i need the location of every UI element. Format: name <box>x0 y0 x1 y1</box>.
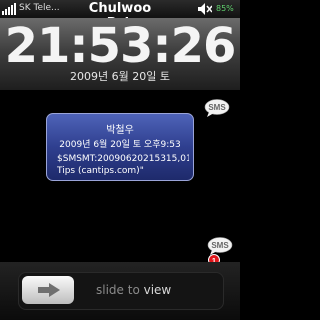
slide-label-action: view <box>143 283 172 297</box>
slide-to-view-label: slide to view <box>96 283 171 297</box>
message-datetime: 2009년 6월 20일 토 오후9:53 <box>59 140 181 150</box>
signal-bars-icon <box>2 3 16 15</box>
sms-notification-card[interactable]: 박철우 2009년 6월 20일 토 오후9:53 $SMSMT:2009062… <box>46 113 194 181</box>
message-body-line-1: $SMSMT:20090620215315,01... <box>57 154 189 164</box>
status-bar: SK Tele... Chulwoo Pak 85% <box>0 0 240 31</box>
slider-knob[interactable] <box>22 276 74 304</box>
message-body: $SMSMT:20090620215315,01... Tips (cantip… <box>57 153 189 177</box>
arrow-right-icon <box>38 283 60 297</box>
slide-label-prefix: slide to <box>96 283 144 297</box>
message-sender: 박철우 <box>106 125 134 136</box>
lock-time: 21:53:26 <box>4 18 237 74</box>
sms-bubble-icon: SMS <box>204 99 230 117</box>
lock-date: 2009년 6월 20일 토 <box>70 70 170 83</box>
sms-indicator-label: SMS <box>211 241 229 250</box>
sms-bubble-label: SMS <box>208 103 226 112</box>
speaker-muted-icon <box>198 3 212 15</box>
battery-level: 85% <box>216 4 234 13</box>
message-body-line-2: Tips (cantips.com)" <box>57 166 144 176</box>
carrier-name: SK Tele... <box>19 3 60 13</box>
